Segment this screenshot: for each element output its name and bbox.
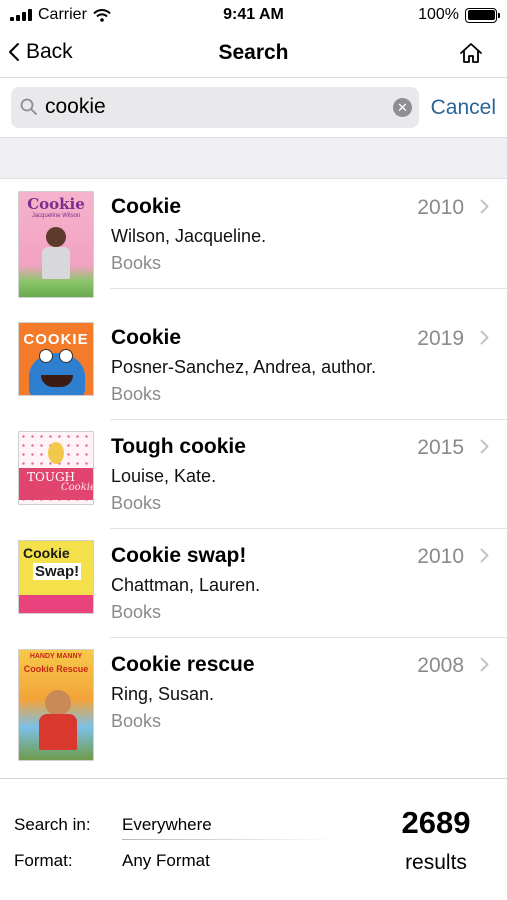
home-icon [460, 43, 482, 63]
book-cover: Cookie Swap! [18, 540, 94, 614]
page-title: Search [218, 41, 289, 64]
cover-figure-body [39, 714, 77, 750]
cover-stripe [19, 595, 93, 613]
filter-band [0, 137, 507, 179]
result-year: 2015 [417, 436, 464, 459]
cover-title: Cookie [27, 195, 85, 213]
cover-subtitle: Swap! [33, 563, 82, 580]
result-format: Books [111, 253, 162, 273]
book-cover: HANDY MANNY Cookie Rescue [18, 649, 94, 761]
cover-title: COOKIE [23, 331, 89, 348]
result-format: Books [111, 493, 162, 513]
result-author: Ring, Susan. [111, 684, 215, 704]
result-title: Cookie [111, 326, 182, 349]
cover-eye-right [59, 349, 73, 363]
cover-title: Cookie [23, 545, 70, 561]
search-icon [20, 98, 37, 115]
home-button[interactable] [459, 42, 483, 64]
result-year: 2008 [417, 654, 464, 677]
result-title: Cookie rescue [111, 653, 255, 676]
results-count-label: results [405, 851, 467, 874]
result-author: Chattman, Lauren. [111, 575, 261, 595]
battery-icon [465, 7, 500, 23]
search-input[interactable] [45, 92, 385, 122]
footer-divider [122, 839, 337, 840]
result-author: Wilson, Jacqueline. [111, 226, 267, 246]
list-item[interactable]: Cookie Swap! Cookie swap! Chattman, Laur… [0, 529, 507, 638]
format-label: Format: [14, 851, 73, 870]
list-item[interactable]: TOUGH Cookie Tough cookie Louise, Kate. … [0, 420, 507, 529]
list-item[interactable]: HANDY MANNY Cookie Rescue Cookie rescue … [0, 638, 507, 761]
cover-author: Jacqueline Wilson [31, 213, 81, 219]
row-separator [110, 288, 507, 289]
cover-series: HANDY MANNY [29, 653, 83, 660]
status-right: 100% [418, 6, 500, 24]
search-in-selector[interactable]: Everywhere [122, 815, 212, 835]
format-selector[interactable]: Any Format [122, 851, 210, 871]
cover-title: Cookie Rescue [23, 664, 89, 674]
book-cover: TOUGH Cookie [18, 431, 94, 505]
search-row: ✕ Cancel [0, 79, 507, 137]
cover-eye-left [39, 349, 53, 363]
chevron-right-icon [480, 548, 489, 563]
result-year: 2010 [417, 545, 464, 568]
result-year: 2010 [417, 196, 464, 219]
clear-search-button[interactable]: ✕ [393, 98, 412, 117]
chevron-right-icon [480, 199, 489, 214]
chevron-right-icon [480, 657, 489, 672]
search-field[interactable]: ✕ [11, 87, 419, 128]
result-format: Books [111, 384, 162, 404]
nav-bar: Back Search [0, 32, 507, 78]
search-summary-footer: Search in: Everywhere Format: Any Format… [0, 778, 507, 900]
results-count: 2689 [401, 805, 471, 840]
result-year: 2019 [417, 327, 464, 350]
book-cover: COOKIE [18, 322, 94, 396]
cover-figure [45, 690, 71, 716]
cover-figure [48, 442, 64, 464]
book-cover: Cookie Jacqueline Wilson [18, 191, 94, 298]
cover-figure-body [42, 247, 70, 279]
result-format: Books [111, 602, 162, 622]
cover-subtitle: Cookie [61, 482, 94, 493]
battery-percent: 100% [418, 6, 459, 23]
search-in-label: Search in: [14, 815, 91, 834]
result-author: Louise, Kate. [111, 466, 217, 486]
chevron-right-icon [480, 439, 489, 454]
result-title: Cookie swap! [111, 544, 247, 567]
list-item[interactable]: Cookie Jacqueline Wilson Cookie Wilson, … [0, 180, 507, 298]
cancel-button[interactable]: Cancel [431, 96, 496, 120]
result-format: Books [111, 711, 162, 731]
list-item[interactable]: COOKIE Cookie Posner-Sanchez, Andrea, au… [0, 311, 507, 420]
result-title: Cookie [111, 195, 182, 218]
close-icon: ✕ [397, 100, 408, 115]
result-author: Posner-Sanchez, Andrea, author. [111, 357, 377, 377]
results-list: Cookie Jacqueline Wilson Cookie Wilson, … [0, 180, 507, 776]
cover-figure [46, 227, 66, 247]
chevron-right-icon [480, 330, 489, 345]
result-title: Tough cookie [111, 435, 246, 458]
status-bar: Carrier 9:41 AM 100% [0, 0, 507, 32]
